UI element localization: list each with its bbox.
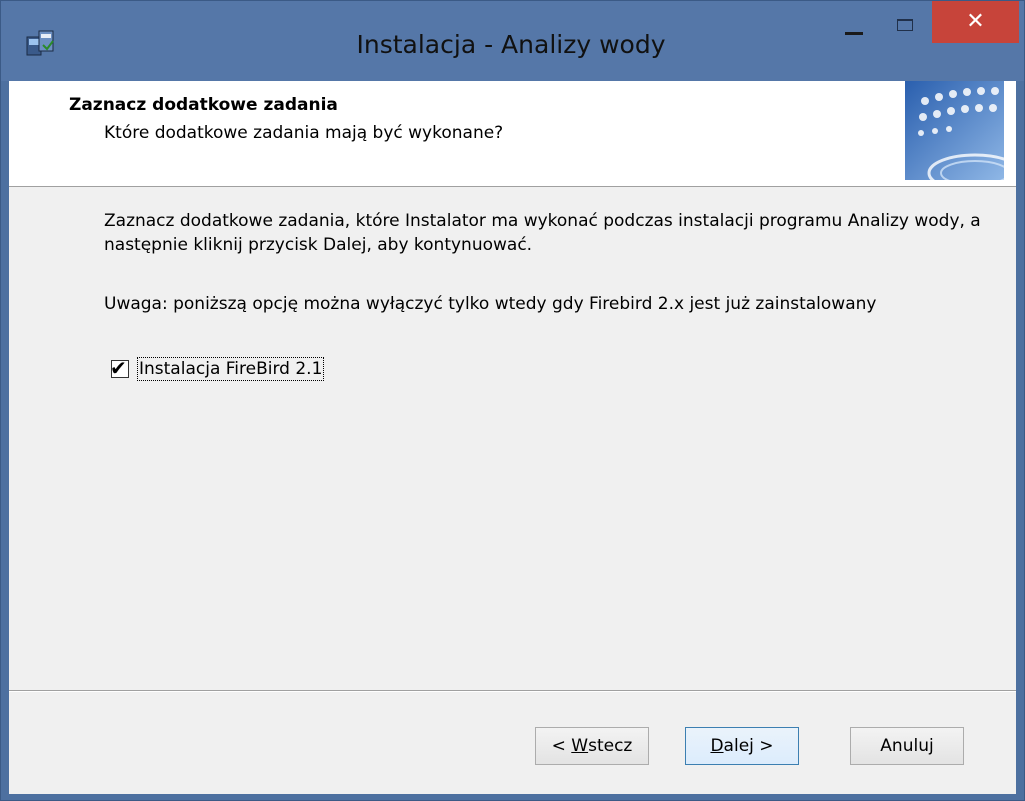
close-icon: ✕ bbox=[966, 9, 985, 34]
maximize-button[interactable] bbox=[883, 1, 927, 43]
installer-icon[interactable] bbox=[23, 27, 59, 59]
page-subtitle: Które dodatkowe zadania mają być wykonan… bbox=[104, 123, 504, 143]
next-button-mnemonic: D bbox=[710, 736, 724, 756]
window-title: Instalacja - Analizy wody bbox=[356, 30, 666, 59]
back-button-label: stecz bbox=[588, 736, 633, 756]
title-bar[interactable]: Instalacja - Analizy wody ✕ bbox=[1, 1, 1024, 81]
cancel-button-label: Anuluj bbox=[880, 736, 934, 756]
wizard-header: Zaznacz dodatkowe zadania Które dodatkow… bbox=[9, 81, 1016, 187]
back-button[interactable]: < Wstecz bbox=[535, 727, 649, 765]
wizard-banner-image bbox=[905, 81, 1004, 180]
firebird-install-option[interactable]: ✔ Instalacja FireBird 2.1 bbox=[110, 354, 325, 384]
back-button-mnemonic: W bbox=[571, 736, 589, 756]
firebird-install-label[interactable]: Instalacja FireBird 2.1 bbox=[137, 357, 325, 381]
firebird-install-checkbox[interactable]: ✔ bbox=[110, 356, 129, 380]
next-button-label: alej > bbox=[723, 736, 774, 756]
checkmark-icon: ✔ bbox=[110, 356, 127, 380]
installer-window: Instalacja - Analizy wody ✕ Zaznacz doda… bbox=[0, 0, 1025, 801]
description-text: Zaznacz dodatkowe zadania, które Instala… bbox=[104, 211, 981, 255]
next-button[interactable]: Dalej > bbox=[685, 727, 799, 765]
back-button-prefix: < bbox=[551, 736, 572, 756]
close-button[interactable]: ✕ bbox=[932, 1, 1019, 43]
wizard-client-area: Zaznacz dodatkowe zadania Które dodatkow… bbox=[9, 81, 1016, 794]
note-text: Uwaga: poniższą opcję można wyłączyć tyl… bbox=[104, 294, 877, 314]
page-title: Zaznacz dodatkowe zadania bbox=[69, 95, 338, 115]
footer-divider bbox=[9, 690, 1016, 692]
cancel-button[interactable]: Anuluj bbox=[850, 727, 964, 765]
minimize-button[interactable] bbox=[833, 1, 877, 43]
